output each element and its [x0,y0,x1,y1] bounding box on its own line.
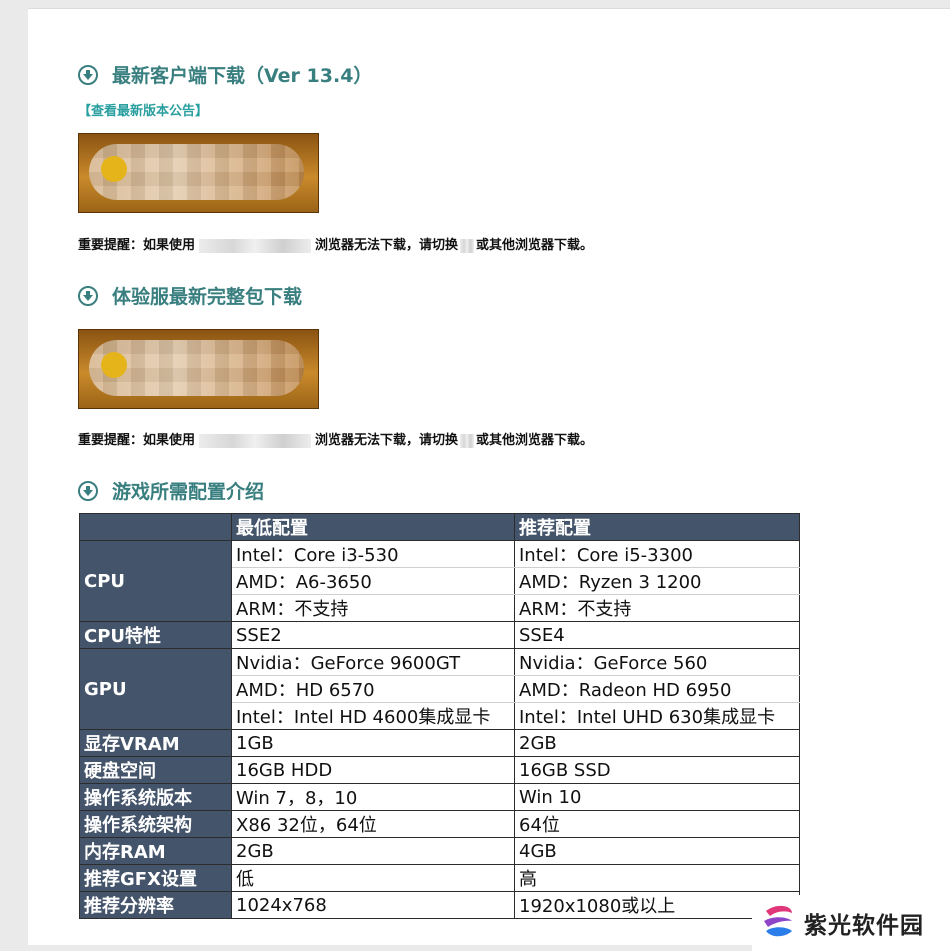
cell-rec: Win 10 [514,783,800,811]
cell-min: 1024x768 [231,891,515,919]
cell-rec: 高 [514,864,800,892]
table-row: CPU特性 SSE2 SSE4 [79,621,800,649]
trial-download-banner[interactable] [78,329,319,409]
banner-logo [101,352,127,378]
table-header-row: 最低配置 推荐配置 [79,513,800,541]
client-download-heading: 最新客户端下载（Ver 13.4） [78,61,372,88]
table-row: 显存VRAM 1GB 2GB [79,729,800,757]
client-download-title: 最新客户端下载（Ver 13.4） [112,65,373,87]
row-label-cpu: CPU [79,540,232,622]
header-empty [79,513,232,541]
row-label-disk: 硬盘空间 [79,756,232,784]
version-notice-link[interactable]: 【查看最新版本公告】 [78,100,208,119]
site-watermark: 紫光软件园 [752,895,950,951]
client-download-banner[interactable] [78,133,319,213]
cell-rec: Intel：Core i5-3300 [514,540,800,568]
row-label-resolution: 推荐分辨率 [79,891,232,919]
table-row: 推荐分辨率 1024x768 1920x1080或以上 [79,891,800,919]
row-label-gfx: 推荐GFX设置 [79,864,232,892]
redacted-text [199,238,312,253]
cell-rec: 4GB [514,837,800,865]
specs-title: 游戏所需配置介绍 [112,481,265,503]
cell-rec: 2GB [514,729,800,757]
download-warning: 重要提醒：如果使用 浏览器无法下载，请切换 或其他浏览器下载。 [78,433,594,448]
cell-rec: 64位 [514,810,800,838]
specs-heading: 游戏所需配置介绍 [78,477,264,504]
download-warning: 重要提醒：如果使用 浏览器无法下载，请切换 或其他浏览器下载。 [78,238,594,253]
cell-rec: Intel：Intel UHD 630集成显卡 [514,702,800,730]
trial-download-heading: 体验服最新完整包下载 [78,282,302,309]
cell-min: Nvidia：GeForce 9600GT [231,648,515,676]
cell-min: Intel：Intel HD 4600集成显卡 [231,702,515,730]
cell-rec: 16GB SSD [514,756,800,784]
table-row: 硬盘空间 16GB HDD 16GB SSD [79,756,800,784]
cell-rec: ARM：不支持 [514,594,800,622]
cell-rec: AMD：Ryzen 3 1200 [514,567,800,595]
table-row: 操作系统架构 X86 32位，64位 64位 [79,810,800,838]
table-row: GPU Nvidia：GeForce 9600GT Nvidia：GeForce… [79,648,800,730]
cell-min: Intel：Core i3-530 [231,540,515,568]
site-logo-icon [758,901,798,945]
content-page: 最新客户端下载（Ver 13.4） 【查看最新版本公告】 重要提醒：如果使用 浏览… [28,8,950,945]
header-minimum: 最低配置 [231,513,515,541]
system-requirements-table: 最低配置 推荐配置 CPU Intel：Core i3-530 Intel：Co… [79,513,800,919]
table-row: CPU Intel：Core i3-530 Intel：Core i5-3300 [79,540,800,622]
table-row: 推荐GFX设置 低 高 [79,864,800,892]
cell-min: Win 7，8，10 [231,783,515,811]
row-label-ram: 内存RAM [79,837,232,865]
redacted-text [199,433,312,448]
banner-logo [101,156,127,182]
watermark-text: 紫光软件园 [804,913,924,939]
trial-download-title: 体验服最新完整包下载 [112,286,303,308]
table-row: 操作系统版本 Win 7，8，10 Win 10 [79,783,800,811]
row-label-cpu-feature: CPU特性 [79,621,232,649]
download-icon [78,64,98,85]
cell-min: SSE2 [231,621,515,649]
row-label-gpu: GPU [79,648,232,730]
cell-min: 16GB HDD [231,756,515,784]
cell-min: 低 [231,864,515,892]
row-label-os-version: 操作系统版本 [79,783,232,811]
cell-min: AMD：HD 6570 [231,675,515,703]
cell-min: 2GB [231,837,515,865]
cell-rec: AMD：Radeon HD 6950 [514,675,800,703]
download-icon [78,285,98,306]
cell-rec: Nvidia：GeForce 560 [514,648,800,676]
cell-min: X86 32位，64位 [231,810,515,838]
row-label-os-arch: 操作系统架构 [79,810,232,838]
cell-min: AMD：A6-3650 [231,567,515,595]
header-recommended: 推荐配置 [514,513,800,541]
redacted-text [460,433,475,448]
cell-min: 1GB [231,729,515,757]
cell-min: ARM：不支持 [231,594,515,622]
cell-rec: SSE4 [514,621,800,649]
table-row: 内存RAM 2GB 4GB [79,837,800,865]
redacted-text [460,238,475,253]
download-icon [78,480,98,501]
row-label-vram: 显存VRAM [79,729,232,757]
